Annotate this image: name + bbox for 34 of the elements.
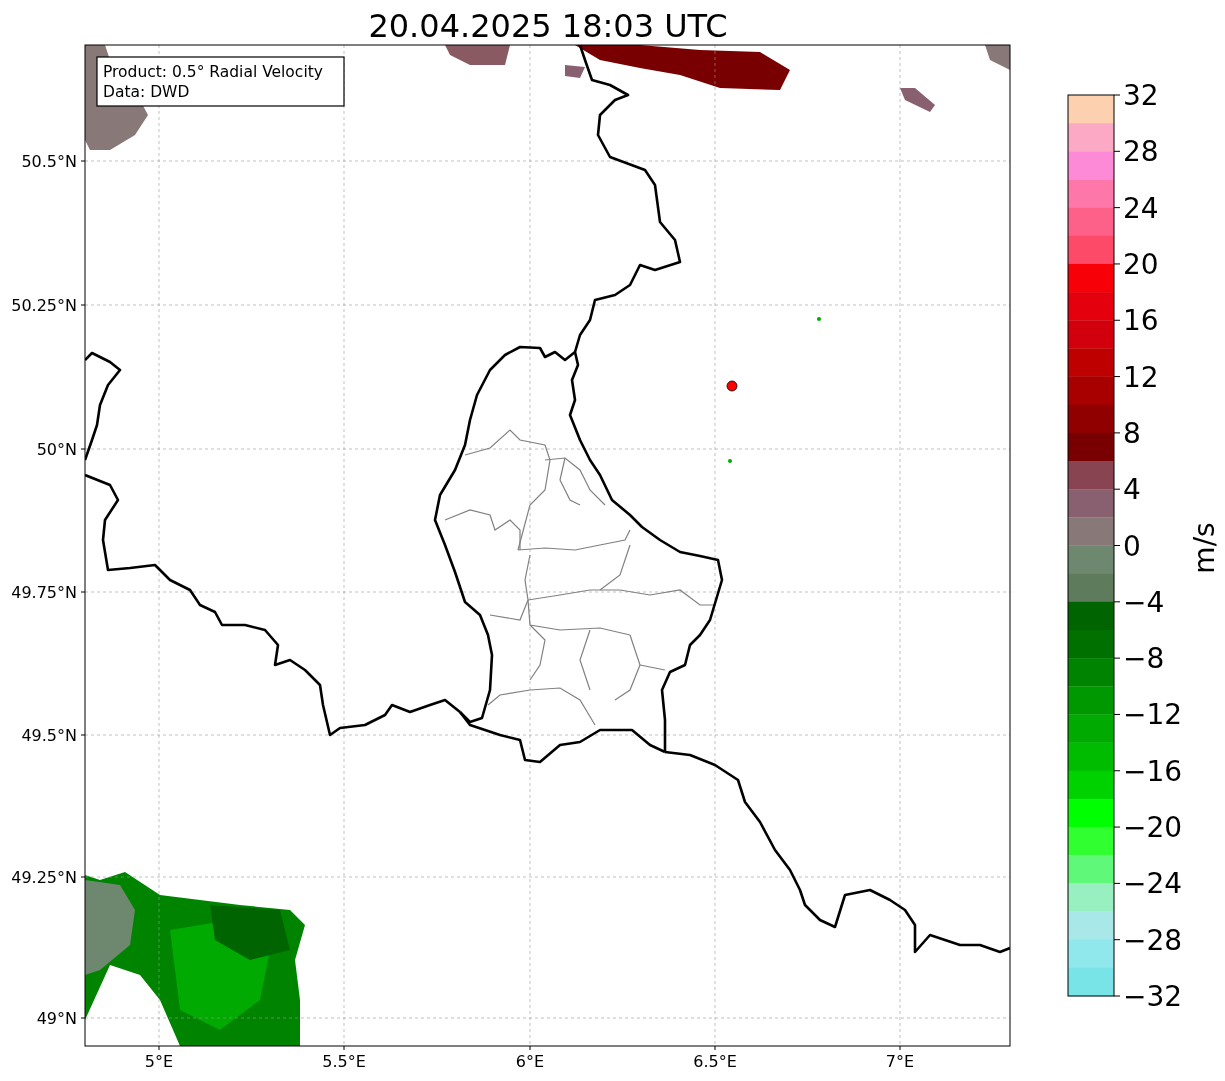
colorbar-tick-label: 28 [1123,135,1159,169]
y-axis-tick-label: 49.5°N [21,726,77,745]
colorbar-tick-label: 8 [1123,416,1141,450]
colorbar-tick-label: 12 [1123,360,1159,394]
colorbar-tick-label: −4 [1123,585,1165,619]
x-axis-tick-label: 5.5°E [322,1052,366,1071]
colorbar-tick-label: −8 [1123,642,1165,676]
x-axis-tick-label: 5°E [144,1052,174,1071]
colorbar-tick-label: 16 [1123,304,1159,338]
colorbar-tick-label: −16 [1123,754,1183,788]
colorbar-tick-label: 32 [1123,79,1159,112]
plot-title: 20.04.2025 18:03 UTC [368,7,728,45]
colorbar-tick-label: 24 [1123,191,1159,225]
y-axis-tick-label: 49.25°N [11,868,77,887]
y-axis-tick-label: 50°N [36,440,77,459]
colorbar-tick-label: 0 [1123,529,1141,563]
info-text: Data: DWD [103,83,190,101]
x-axis-tick-label: 6.5°E [693,1052,737,1071]
colorbar-tick-label: −24 [1123,867,1183,901]
y-axis-tick-label: 49°N [36,1009,77,1028]
info-text: Product: 0.5° Radial Velocity [103,63,323,81]
colorbar-tick-label: 20 [1123,247,1159,281]
colorbar-tick-label: −12 [1123,698,1183,732]
x-axis-tick-label: 7°E [885,1052,915,1071]
colorbar-tick-label: −32 [1123,980,1183,1013]
x-axis-tick-label: 6°E [515,1052,545,1071]
colorbar-unit-label: m/s [1188,522,1221,574]
colorbar-tick-label: −28 [1123,923,1183,957]
colorbar-tick-label: 4 [1123,473,1141,507]
y-axis-tick-label: 50.5°N [21,152,77,171]
y-axis-tick-label: 50.25°N [11,296,77,315]
colorbar-tick-label: −20 [1123,811,1183,845]
radar-site-marker [726,380,738,392]
y-axis-tick-label: 49.75°N [11,583,77,602]
